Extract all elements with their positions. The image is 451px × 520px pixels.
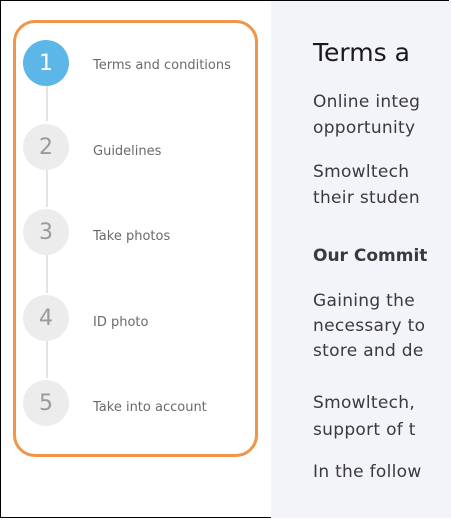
paragraph-line: support of t bbox=[313, 420, 416, 440]
stepper-highlight-box bbox=[13, 20, 258, 457]
paragraph-line: necessary to bbox=[313, 316, 426, 336]
paragraph-line: Smowltech bbox=[313, 162, 410, 182]
section-heading: Our Commit bbox=[313, 246, 428, 266]
paragraph-line: opportunity bbox=[313, 118, 416, 138]
paragraph-line: store and de bbox=[313, 341, 424, 361]
page-title: Terms a bbox=[313, 38, 410, 67]
paragraph-line: their studen bbox=[313, 188, 420, 208]
paragraph-line: Smowltech, bbox=[313, 393, 416, 413]
paragraph-line: Online integ bbox=[313, 92, 421, 112]
paragraph-line: In the follow bbox=[313, 462, 422, 482]
paragraph-line: Gaining the bbox=[313, 291, 415, 311]
